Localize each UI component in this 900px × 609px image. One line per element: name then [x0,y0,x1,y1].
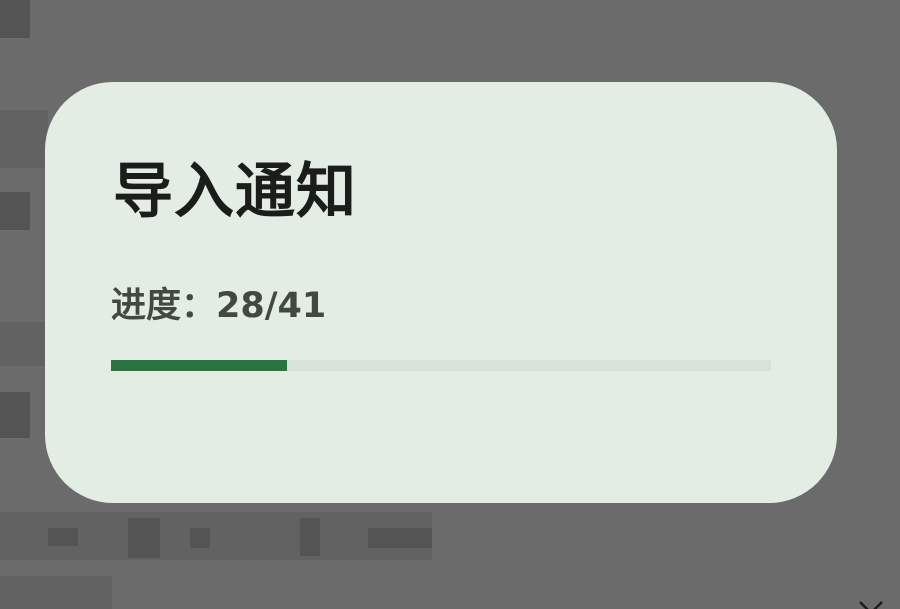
background-block [0,192,30,230]
screen: 导入通知 进度：28/41 [0,0,900,609]
background-block [368,528,432,548]
background-block [0,322,45,366]
progress-bar-fill [111,360,287,371]
import-notification-dialog: 导入通知 进度：28/41 [45,82,837,503]
background-block [0,110,48,168]
progress-bar [111,360,771,371]
background-block [48,528,78,546]
background-block [0,576,112,609]
progress-text: 进度：28/41 [111,286,327,326]
background-block [0,0,30,38]
dialog-title: 导入通知 [113,157,357,227]
background-block [0,392,30,438]
background-block [300,518,320,556]
background-block [190,528,210,548]
background-block [128,518,160,558]
close-icon [856,588,886,609]
